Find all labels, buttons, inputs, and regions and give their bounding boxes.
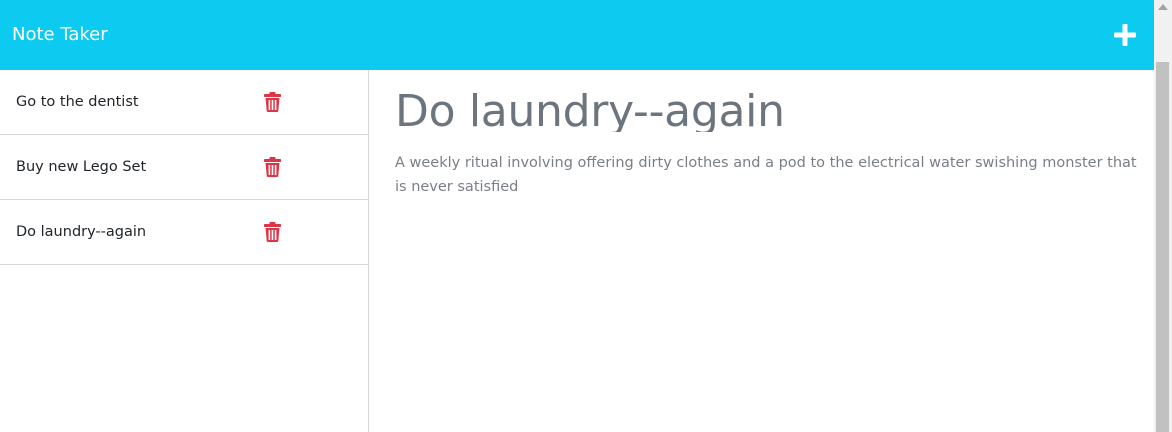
note-text-area[interactable]: A weekly ritual involving offering dirty… [395, 151, 1140, 199]
delete-note-button[interactable] [264, 157, 281, 177]
list-item[interactable]: Do laundry--again [0, 200, 368, 265]
note-title: Go to the dentist [16, 94, 139, 110]
trash-icon [264, 222, 281, 242]
trash-icon [264, 157, 281, 177]
scrollbar[interactable] [1154, 0, 1172, 432]
scroll-up-arrow-icon[interactable] [1158, 4, 1168, 10]
trash-icon [264, 92, 281, 112]
list-item[interactable]: Go to the dentist [0, 70, 368, 135]
note-taker-app: Note Taker Go to the dentist Buy new Leg… [0, 0, 1172, 432]
note-title: Buy new Lego Set [16, 159, 147, 175]
plus-icon [1114, 24, 1136, 46]
note-editor: Do laundry--again A weekly ritual involv… [369, 70, 1154, 432]
notes-list: Go to the dentist Buy new Lego Set Do la… [0, 70, 369, 432]
note-title: Do laundry--again [16, 224, 147, 240]
delete-note-button[interactable] [264, 222, 281, 242]
note-title-field[interactable]: Do laundry--again [395, 84, 1128, 132]
brand-title[interactable]: Note Taker [12, 26, 108, 44]
delete-note-button[interactable] [264, 92, 281, 112]
list-item[interactable]: Buy new Lego Set [0, 135, 368, 200]
navbar: Note Taker [0, 0, 1154, 70]
add-note-button[interactable] [1114, 24, 1136, 46]
scrollbar-thumb[interactable] [1156, 62, 1169, 432]
